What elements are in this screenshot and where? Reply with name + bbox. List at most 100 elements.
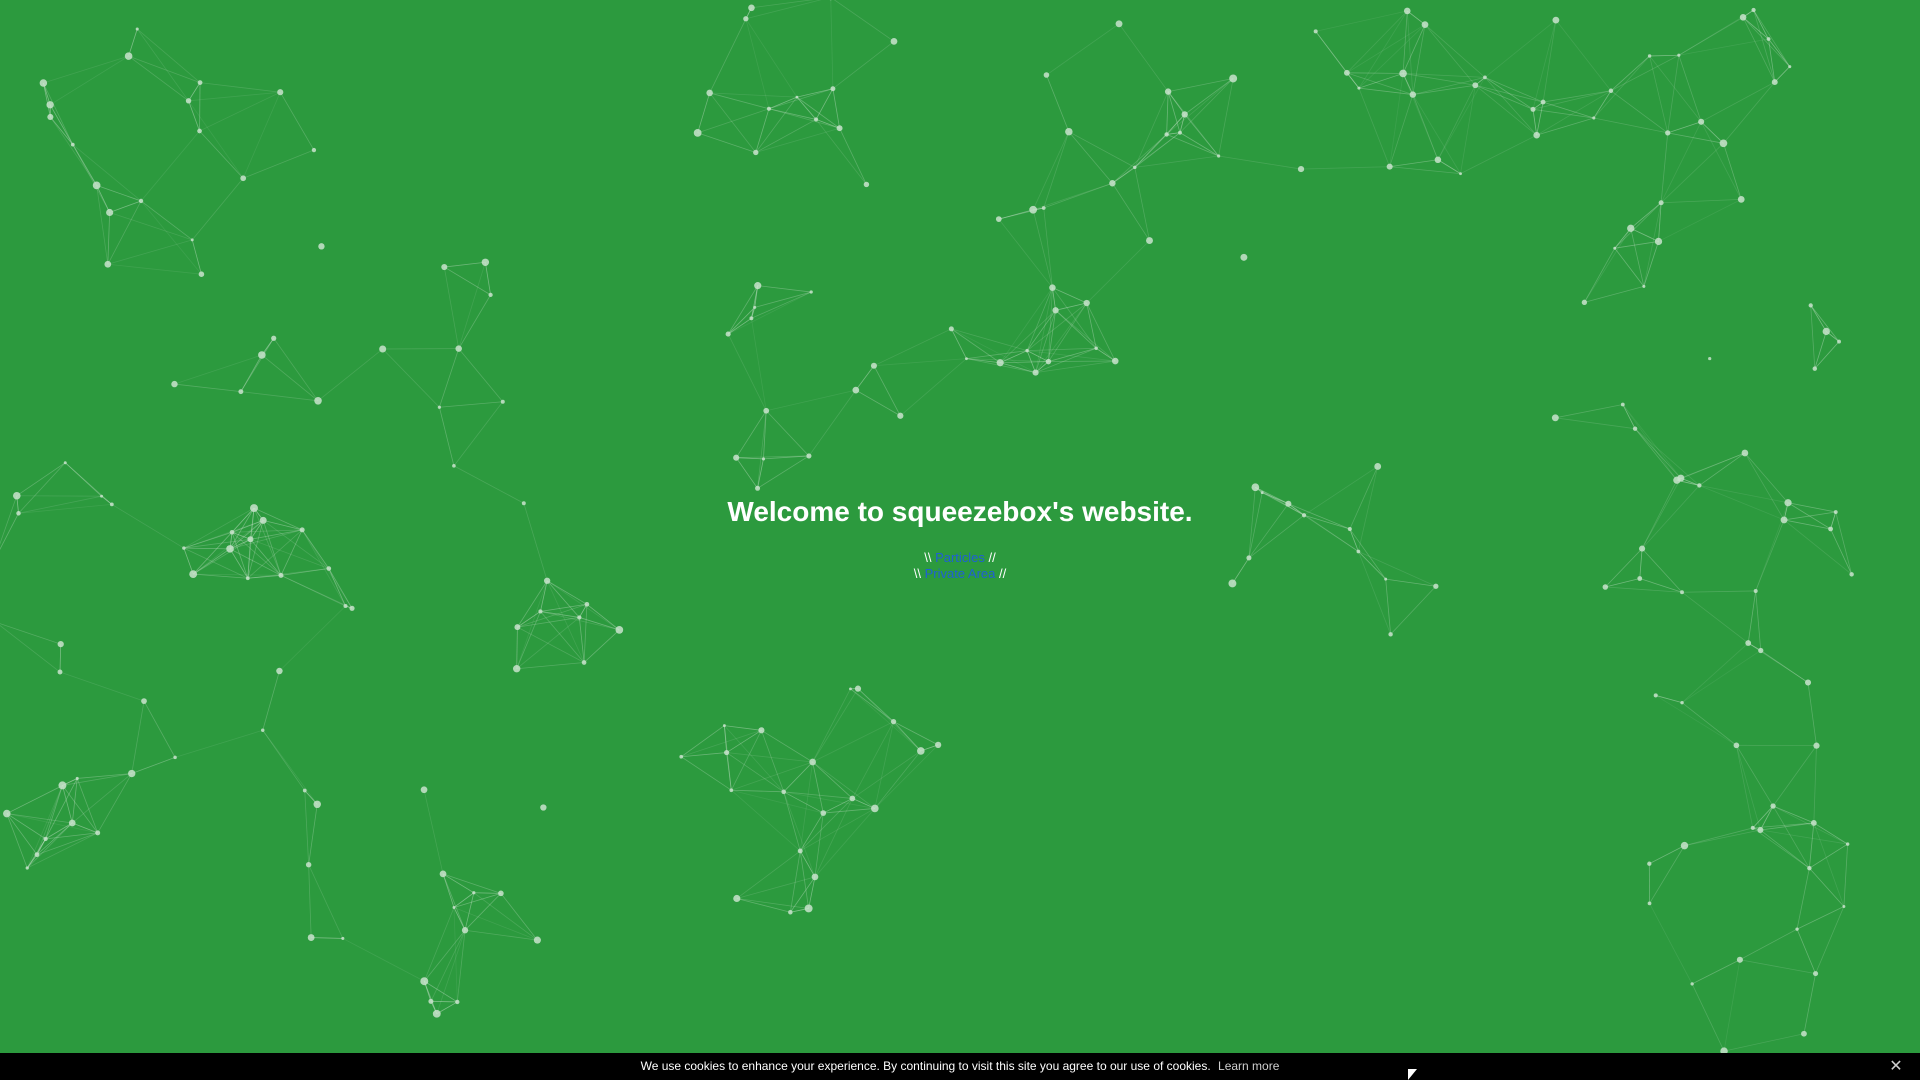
particle-dot [540, 804, 547, 811]
particle-link [1813, 745, 1817, 823]
particle-link [1614, 228, 1632, 249]
particle-link [458, 262, 486, 349]
particle-link [1358, 87, 1413, 95]
particle-link [107, 200, 142, 265]
particle-dot [124, 52, 133, 60]
particle-link [1346, 24, 1426, 74]
particle-dot [1753, 588, 1758, 593]
particle-dot [305, 861, 312, 868]
particle-link [799, 850, 810, 909]
particle-dot [1804, 679, 1812, 686]
particle-dot [1533, 131, 1540, 139]
particle-link [579, 617, 620, 631]
particle-dot [1750, 825, 1755, 830]
particle-dot [1822, 327, 1830, 336]
particle-link [1622, 404, 1636, 429]
particle-dot [441, 263, 448, 271]
particle-dot [1788, 65, 1792, 69]
particle-dot [197, 80, 203, 85]
particle-link [1402, 73, 1439, 160]
particle-link [1760, 650, 1809, 683]
learn-more-link[interactable]: Learn more [1218, 1059, 1279, 1073]
particle-link [1315, 31, 1348, 74]
particle-dot [190, 238, 194, 242]
particle-link [199, 91, 281, 132]
particle-dot [811, 873, 819, 881]
particle-link [808, 389, 857, 457]
particle-dot [25, 866, 29, 870]
particle-link [0, 623, 61, 645]
particle-link [761, 730, 785, 792]
particle-link [1700, 81, 1775, 123]
particle-link [745, 18, 798, 98]
particle-link [304, 790, 310, 865]
particle-link [6, 778, 78, 814]
particle-dot [57, 641, 64, 648]
particle-link [852, 750, 922, 799]
particle-link [188, 100, 200, 132]
particle-link [1412, 24, 1426, 95]
particle-link [262, 670, 280, 731]
particle-link [430, 930, 466, 1002]
particle-link [757, 455, 810, 489]
particle-link [832, 88, 840, 129]
particle-link [1218, 78, 1234, 157]
particle-link [735, 457, 758, 489]
particle-dot [1845, 842, 1850, 846]
particle-link [1184, 78, 1234, 115]
particle-link [174, 383, 241, 393]
mouse-cursor-icon [1408, 1069, 1417, 1080]
particle-dot [47, 113, 54, 121]
particle-dot [1229, 74, 1238, 83]
particle-link [423, 981, 438, 1014]
particle-link [796, 88, 833, 98]
particle-link [873, 358, 967, 367]
particle-dot [1647, 54, 1652, 58]
particle-link [1532, 108, 1594, 119]
close-icon[interactable]: ✕ [1886, 1053, 1906, 1080]
particle-dot [615, 626, 624, 634]
particle-link [1723, 81, 1776, 144]
particle-dot [1083, 299, 1090, 307]
particle-link [726, 752, 732, 791]
particle-link [140, 200, 193, 241]
particle-link [1424, 24, 1476, 86]
particle-dot [1459, 172, 1462, 176]
particle-link [1803, 973, 1816, 1034]
particle-dot [1673, 476, 1681, 484]
particle-link [72, 773, 132, 824]
particle-link [36, 822, 73, 855]
particle-link [107, 263, 202, 275]
particle-dot [724, 749, 730, 756]
particle-dot [1343, 69, 1350, 76]
particle-dot [763, 407, 770, 414]
particle-link [850, 688, 894, 722]
particle-link [766, 389, 856, 412]
particle-dot [1608, 88, 1614, 94]
particle-dot [197, 128, 202, 134]
particle-dot [1032, 369, 1039, 376]
particle-link [874, 721, 894, 809]
private-area-link[interactable]: Private Area [925, 566, 996, 581]
particle-dot [1770, 803, 1776, 809]
particle-link [1691, 983, 1725, 1052]
particle-link [1667, 132, 1724, 144]
particle-dot [1109, 180, 1116, 187]
particle-dot [302, 788, 307, 793]
particle-link [1584, 228, 1632, 303]
particle-link [1389, 166, 1461, 175]
particle-link [262, 730, 306, 791]
particle-dot [198, 271, 205, 277]
particles-link[interactable]: Particles [935, 550, 985, 565]
particle-link [1649, 903, 1693, 985]
particle-dot [46, 101, 54, 109]
particle-link [1166, 91, 1169, 135]
particle-dot [104, 260, 112, 268]
particle-link [42, 82, 51, 118]
particle-dot [1421, 21, 1429, 28]
particle-link [1536, 101, 1544, 136]
particle-link [1412, 84, 1476, 95]
particle-link [727, 333, 767, 411]
particle-link [1814, 331, 1827, 369]
particle-link [442, 873, 475, 894]
